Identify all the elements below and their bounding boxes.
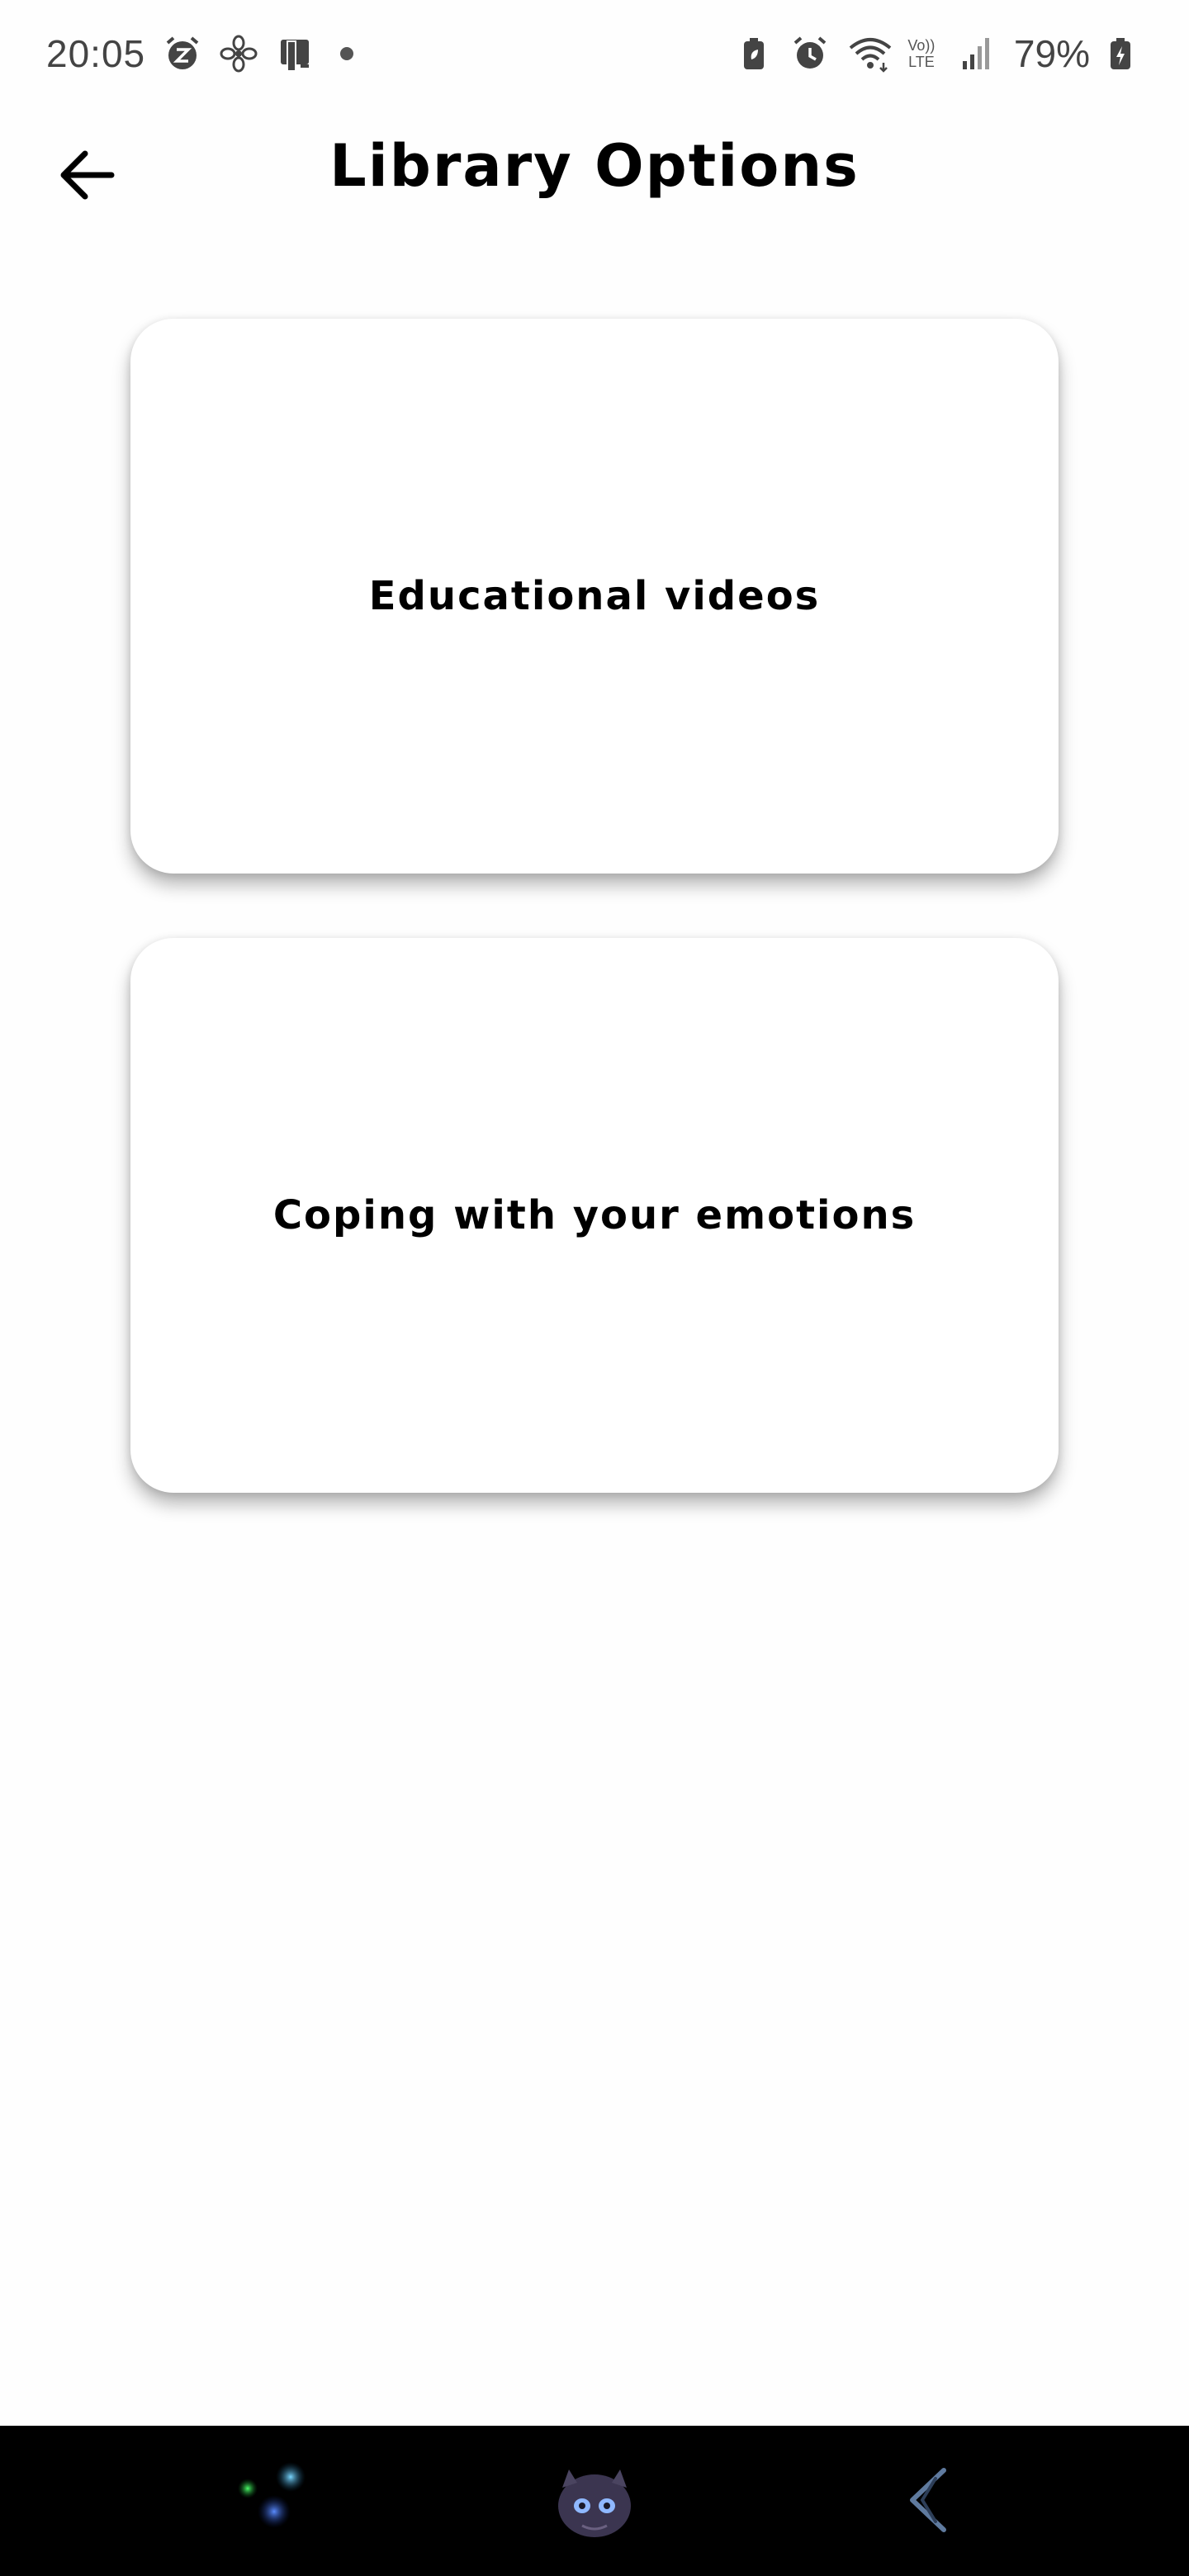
alarm-icon (791, 35, 829, 73)
card-label: Educational videos (368, 573, 821, 619)
navigation-bar (0, 2426, 1189, 2576)
educational-videos-card[interactable]: Educational videos (130, 319, 1059, 874)
alarm-snooze-icon (163, 35, 201, 73)
volte-icon: Vo)) LTE (903, 37, 940, 70)
status-bar: 20:05 Vo)) LTE 79% (0, 0, 1189, 107)
screen: 20:05 Vo)) LTE 79% Library Options Educa… (0, 0, 1189, 2576)
page-title: Library Options (329, 132, 860, 200)
device-icon (276, 35, 314, 73)
fan-icon (220, 35, 258, 73)
status-right: Vo)) LTE 79% (735, 31, 1146, 76)
back-nav-button[interactable] (871, 2442, 987, 2558)
battery-percent: 79% (1013, 32, 1090, 75)
recents-icon (238, 2462, 306, 2528)
notification-dot (340, 47, 354, 60)
back-icon (910, 2468, 946, 2532)
home-icon (558, 2469, 631, 2537)
coping-emotions-card[interactable]: Coping with your emotions (130, 938, 1059, 1493)
status-time: 20:05 (46, 32, 146, 75)
signal-icon (958, 35, 996, 73)
recents-button[interactable] (206, 2442, 322, 2558)
volte-label-top: Vo)) (907, 37, 936, 54)
card-label: Coping with your emotions (272, 1192, 917, 1238)
volte-label-bottom: LTE (908, 54, 935, 70)
home-button[interactable] (537, 2442, 652, 2558)
battery-charging-icon (1108, 35, 1146, 73)
battery-saver-icon (735, 35, 773, 73)
wifi-icon (847, 35, 892, 73)
header: Library Options (0, 116, 1189, 223)
status-left: 20:05 (46, 31, 354, 76)
